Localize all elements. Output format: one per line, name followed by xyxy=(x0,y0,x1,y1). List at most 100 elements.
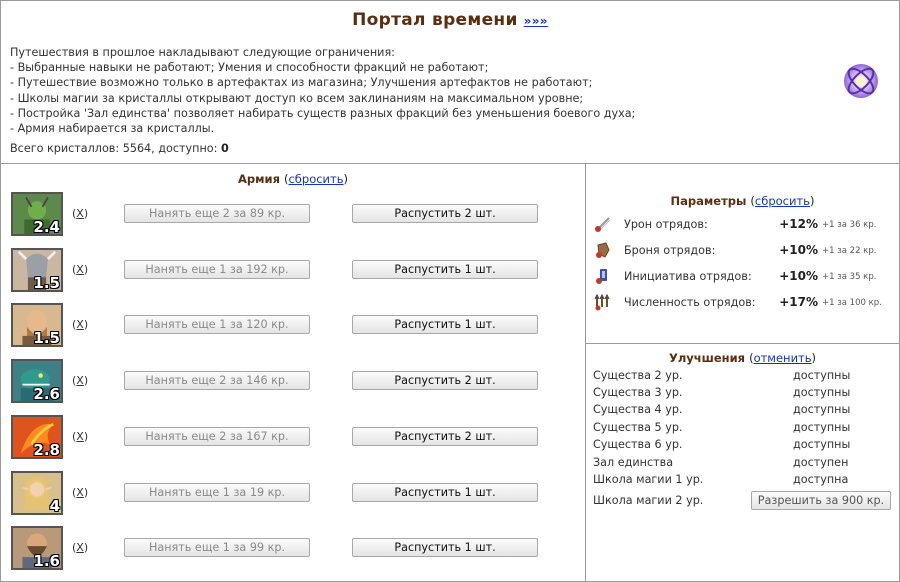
parameters-panel: Параметры (сбросить) Урон отрядов: +12% … xyxy=(586,164,899,344)
hire-more-button[interactable]: Нанять еще 2 за 167 кр. xyxy=(124,426,310,446)
army-unit-row: 2.8 (X) Нанять еще 2 за 167 кр. Распустить … xyxy=(11,414,571,463)
upgrade-row: Существа 5 ур. доступны xyxy=(593,421,893,438)
remove-unit-x[interactable]: X xyxy=(76,207,84,220)
army-unit-row: 1.5 (X) Нанять еще 1 за 192 кр. Распустить … xyxy=(11,247,571,296)
paren-close: ) xyxy=(811,351,817,365)
remove-unit-x[interactable]: X xyxy=(76,374,84,387)
unit-level: 1.6 xyxy=(33,552,60,571)
upgrade-status: доступны xyxy=(793,438,851,451)
upgrade-row: Школа магии 1 ур. доступна xyxy=(593,473,893,490)
param-value: +12% xyxy=(779,217,818,231)
hire-more-button[interactable]: Нанять еще 2 за 89 кр. xyxy=(124,204,310,223)
army-unit-row: 2.6 (X) Нанять еще 2 за 146 кр. Распустить … xyxy=(11,359,571,407)
unit-portrait: 2.4 xyxy=(11,192,63,236)
army-title: Армия (сбросить) xyxy=(1,172,585,186)
param-cost: +1 за 100 кр. xyxy=(822,298,882,308)
remove-unit-link[interactable]: (X) xyxy=(72,430,88,443)
hire-more-button[interactable]: Нанять еще 1 за 99 кр. xyxy=(124,538,310,558)
initiative-icon xyxy=(596,269,607,284)
unit-portrait: 4 xyxy=(11,470,63,515)
upgrade-name: Школа магии 2 ур. xyxy=(593,494,704,507)
param-cost: +1 за 36 кр. xyxy=(822,220,877,230)
remove-unit-x[interactable]: X xyxy=(76,486,84,499)
param-row-initiative: Инициатива отрядов: +10% +1 за 35 кр. xyxy=(594,267,894,289)
upgrade-name: Зал единства xyxy=(593,456,674,469)
army-unit-row: 4 (X) Нанять еще 1 за 19 кр. Распустить 1 ш… xyxy=(11,470,571,519)
upgrade-row: Существа 6 ур. доступны xyxy=(593,438,893,455)
parameters-reset-link[interactable]: сбросить xyxy=(755,194,810,208)
upgrade-row: Существа 2 ур. доступны xyxy=(593,369,893,386)
upgrade-row: Существа 3 ур. доступны xyxy=(593,386,893,403)
remove-unit-x[interactable]: X xyxy=(76,318,84,331)
restriction-line: Путешествия в прошлое накладывают следую… xyxy=(10,46,395,59)
remove-unit-x[interactable]: X xyxy=(76,430,84,443)
dismiss-button[interactable]: Распустить 1 шт. xyxy=(352,538,538,558)
dismiss-button[interactable]: Распустить 2 шт. xyxy=(352,204,538,223)
paren-close: ) xyxy=(809,194,815,208)
upgrades-cancel-link[interactable]: отменить xyxy=(754,351,812,365)
param-row-damage: Урон отрядов: +12% +1 за 36 кр. xyxy=(594,215,894,237)
remove-unit-link[interactable]: (X) xyxy=(72,486,88,499)
upgrade-status: доступны xyxy=(793,421,851,434)
remove-unit-link[interactable]: (X) xyxy=(72,207,88,220)
hire-more-button[interactable]: Нанять еще 1 за 120 кр. xyxy=(124,315,310,335)
page-title: Портал времени »»» xyxy=(1,10,899,30)
upgrade-status: доступна xyxy=(793,473,849,486)
param-row-armor: Броня отрядов: +10% +1 за 22 кр. xyxy=(594,241,894,263)
remove-unit-x[interactable]: X xyxy=(76,541,84,554)
upgrade-row-magic2: Школа магии 2 ур. Разрешить за 900 кр. xyxy=(593,491,893,511)
dismiss-button[interactable]: Распустить 1 шт. xyxy=(352,482,538,502)
hire-more-button[interactable]: Нанять еще 1 за 192 кр. xyxy=(124,259,310,279)
upgrade-name: Существа 4 ур. xyxy=(593,403,683,416)
unit-level: 1.5 xyxy=(33,273,60,292)
dismiss-button[interactable]: Распустить 1 шт. xyxy=(352,259,538,279)
param-cost: +1 за 22 кр. xyxy=(822,246,877,256)
param-label: Броня отрядов: xyxy=(624,244,716,257)
armor-icon xyxy=(596,242,610,258)
army-unit-row: 1.5 (X) Нанять еще 1 за 120 кр. Распустить … xyxy=(11,303,571,351)
hire-more-button[interactable]: Нанять еще 2 за 146 кр. xyxy=(124,371,310,391)
dismiss-button[interactable]: Распустить 2 шт. xyxy=(352,426,538,446)
portal-header-panel: Портал времени »»» Путешествия в прошлое … xyxy=(1,1,899,164)
unit-level: 4 xyxy=(49,496,60,515)
hire-more-button[interactable]: Нанять еще 1 за 19 кр. xyxy=(124,482,310,502)
upgrade-name: Существа 3 ур. xyxy=(593,386,683,399)
restriction-line: - Постройка 'Зал единства' позволяет наб… xyxy=(10,106,636,120)
army-reset-link[interactable]: сбросить xyxy=(288,172,343,186)
remove-unit-link[interactable]: (X) xyxy=(72,318,88,331)
unit-level: 2.8 xyxy=(33,440,60,459)
upgrade-status: доступны xyxy=(793,369,851,382)
param-row-count: Численность отрядов: +17% +1 за 100 кр. xyxy=(594,293,894,315)
parameters-title: Параметры (сбросить) xyxy=(586,194,899,208)
restrictions-text: Путешествия в прошлое накладывают следую… xyxy=(10,45,635,136)
upgrade-status: доступны xyxy=(793,403,851,416)
remove-unit-x[interactable]: X xyxy=(76,263,84,276)
param-label: Урон отрядов: xyxy=(624,218,708,231)
unit-portrait: 2.6 xyxy=(11,359,63,404)
parameters-title-text: Параметры xyxy=(670,194,747,208)
upgrade-row: Зал единства доступен xyxy=(593,456,893,473)
remove-unit-link[interactable]: (X) xyxy=(72,541,88,554)
upgrade-status: доступны xyxy=(793,386,851,399)
dismiss-button[interactable]: Распустить 2 шт. xyxy=(352,371,538,391)
unit-level: 2.4 xyxy=(33,218,60,236)
unit-portrait: 1.5 xyxy=(11,303,63,348)
param-value: +10% xyxy=(779,269,818,283)
param-value: +10% xyxy=(779,243,818,257)
dismiss-button[interactable]: Распустить 1 шт. xyxy=(352,315,538,335)
param-label: Численность отрядов: xyxy=(624,296,756,309)
more-link[interactable]: »»» xyxy=(524,14,548,28)
upgrade-name: Существа 5 ур. xyxy=(593,421,683,434)
crystals-summary: Всего кристаллов: 5564, доступно: 0 xyxy=(10,142,229,155)
upgrade-name: Существа 2 ур. xyxy=(593,369,683,382)
restriction-line: - Школы магии за кристаллы открывают дос… xyxy=(10,91,584,105)
unit-level: 1.5 xyxy=(33,329,60,348)
permit-magic-school-button[interactable]: Разрешить за 900 кр. xyxy=(751,491,891,510)
paren-close: ) xyxy=(343,172,349,186)
upgrade-name: Школа магии 1 ур. xyxy=(593,473,704,486)
remove-unit-link[interactable]: (X) xyxy=(72,263,88,276)
remove-unit-link[interactable]: (X) xyxy=(72,374,88,387)
upgrades-panel: Улучшения (отменить) Существа 2 ур. дост… xyxy=(586,344,899,581)
unit-portrait: 1.5 xyxy=(11,247,63,292)
upgrade-status: доступен xyxy=(793,456,849,469)
